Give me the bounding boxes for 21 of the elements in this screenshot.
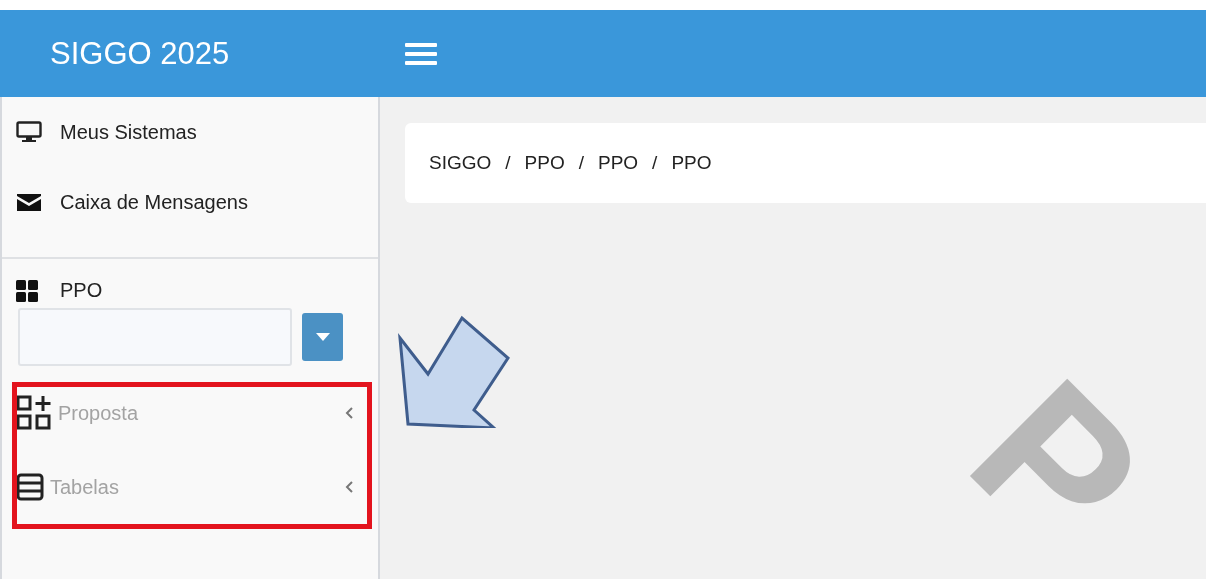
breadcrumb-link[interactable]: PPO [598,152,639,174]
add-grid-icon [16,395,52,431]
breadcrumb-separator: / [652,152,658,174]
monitor-icon [16,121,42,143]
module-title: PPO [60,279,103,302]
brand-title: SIGGO 2025 [49,35,231,72]
caret-icon [314,332,331,342]
breadcrumb-link[interactable]: PPO [671,152,712,174]
breadcrumb-link[interactable]: PPO [524,152,565,174]
background-logo-letter: P [938,347,1175,579]
module-select-field[interactable] [18,308,292,366]
table-icon [16,473,44,501]
breadcrumb-link[interactable]: SIGGO [429,152,492,174]
breadcrumb-separator: / [578,152,584,174]
envelope-icon [16,192,42,212]
grid-icon [16,279,38,302]
sidebar-link[interactable]: Meus Sistemas [2,97,378,167]
dropdown-button[interactable] [302,313,343,361]
sidebar-link[interactable]: Caixa de Mensagens [2,167,378,237]
breadcrumb-separator: / [505,152,511,174]
menu-icon[interactable] [405,41,437,66]
